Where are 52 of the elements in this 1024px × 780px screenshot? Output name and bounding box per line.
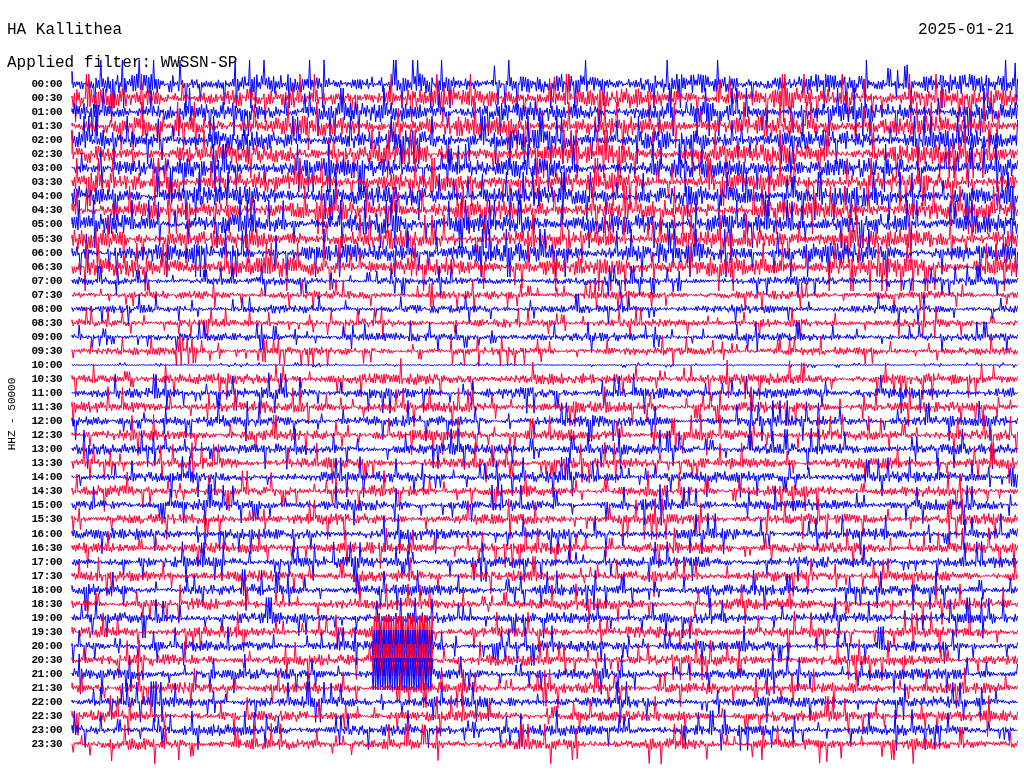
date-label: 2025-01-21 xyxy=(918,21,1014,39)
time-label: 21:30 xyxy=(30,682,62,695)
time-label: 16:00 xyxy=(30,527,62,540)
time-label: 19:30 xyxy=(30,625,62,638)
time-label: 23:00 xyxy=(30,724,62,737)
time-label: 22:00 xyxy=(30,696,62,709)
time-label: 03:30 xyxy=(30,176,62,189)
time-label: 08:30 xyxy=(30,316,62,329)
filter-label: Applied filter: WWSSN-SP xyxy=(7,54,238,72)
time-label: 05:30 xyxy=(30,232,62,245)
time-label: 00:00 xyxy=(30,78,62,90)
time-label: 23:30 xyxy=(30,738,62,751)
time-label: 20:00 xyxy=(30,639,62,652)
time-label: 16:30 xyxy=(30,541,62,554)
time-label: 02:30 xyxy=(30,148,62,161)
time-label: 22:30 xyxy=(30,710,62,723)
time-label: 06:00 xyxy=(30,246,62,259)
time-label: 14:00 xyxy=(30,471,62,484)
time-label: 09:30 xyxy=(30,344,62,357)
time-label: 05:00 xyxy=(30,218,62,231)
time-label: 12:30 xyxy=(30,429,62,442)
station-title: HA Kallithea xyxy=(7,21,123,39)
time-label: 10:30 xyxy=(30,373,62,385)
time-label: 17:00 xyxy=(30,555,62,568)
time-label: 11:00 xyxy=(30,387,62,400)
time-label: 21:00 xyxy=(30,668,62,680)
time-label: 07:00 xyxy=(30,274,62,287)
time-label: 13:00 xyxy=(30,443,62,456)
time-label: 08:00 xyxy=(30,302,62,315)
time-label: 03:00 xyxy=(30,162,62,175)
time-label: 17:30 xyxy=(30,569,62,582)
time-label: 19:00 xyxy=(30,611,62,624)
time-label: 09:00 xyxy=(30,330,62,343)
time-label: 12:00 xyxy=(30,415,62,428)
time-label: 01:30 xyxy=(30,120,62,133)
time-label: 04:00 xyxy=(30,190,62,203)
time-label: 01:00 xyxy=(30,106,62,119)
time-label: 15:30 xyxy=(30,513,62,526)
time-label: 18:30 xyxy=(30,597,62,610)
time-label: 00:30 xyxy=(30,92,62,105)
time-label: 10:00 xyxy=(30,358,62,371)
time-label: 18:00 xyxy=(30,583,62,596)
time-label: 13:30 xyxy=(30,457,62,470)
time-label: 07:30 xyxy=(30,288,62,301)
axis-label: HHZ - 50000 xyxy=(4,377,19,451)
time-label: 02:00 xyxy=(30,134,62,147)
time-label: 11:30 xyxy=(30,401,62,414)
time-label: 14:30 xyxy=(30,485,62,498)
time-label: 20:30 xyxy=(30,653,62,666)
time-label: 06:30 xyxy=(30,260,62,273)
time-label: 04:30 xyxy=(30,204,62,217)
time-label: 15:00 xyxy=(30,499,62,512)
